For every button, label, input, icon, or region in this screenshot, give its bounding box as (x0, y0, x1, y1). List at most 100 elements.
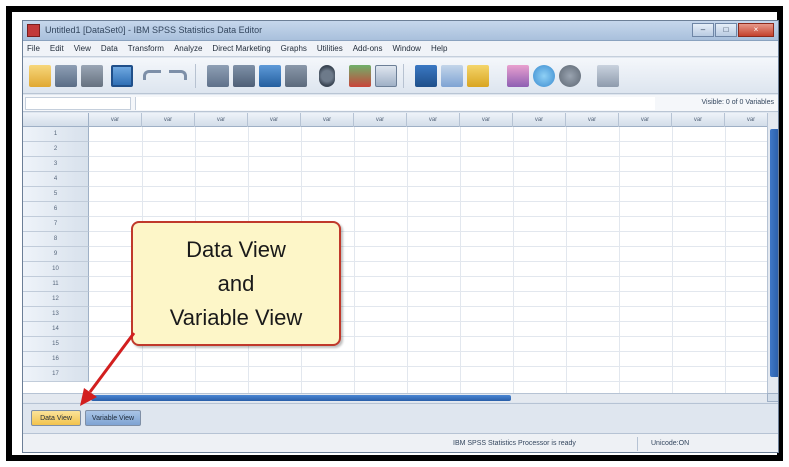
spss-app-icon (27, 24, 40, 37)
column-header[interactable]: var (460, 113, 513, 127)
row-header[interactable]: 7 (23, 217, 89, 232)
row-header[interactable]: 12 (23, 292, 89, 307)
grid-row-line (89, 186, 767, 187)
redo-icon[interactable] (169, 70, 187, 80)
row-header[interactable]: 15 (23, 337, 89, 352)
select-cases-icon[interactable] (467, 65, 489, 87)
print-icon[interactable] (81, 65, 103, 87)
grid-column-line (566, 127, 567, 393)
undo-icon[interactable] (143, 70, 161, 80)
row-header[interactable]: 10 (23, 262, 89, 277)
tab-variable-view[interactable]: Variable View (85, 410, 141, 426)
row-header[interactable]: 9 (23, 247, 89, 262)
dialog-recall-icon[interactable] (111, 65, 133, 87)
row-header[interactable]: 11 (23, 277, 89, 292)
row-header[interactable]: 14 (23, 322, 89, 337)
vertical-scroll-thumb[interactable] (770, 129, 778, 377)
column-header[interactable]: var (195, 113, 248, 127)
row-header[interactable]: 2 (23, 142, 89, 157)
row-header[interactable]: 3 (23, 157, 89, 172)
goto-variable-icon[interactable] (233, 65, 255, 87)
run-descriptive-icon[interactable] (285, 65, 307, 87)
status-bar: IBM SPSS Statistics Processor is ready U… (23, 433, 778, 452)
menu-graphs[interactable]: Graphs (281, 44, 307, 53)
menu-bar: File Edit View Data Transform Analyze Di… (23, 41, 778, 57)
column-header[interactable]: var (407, 113, 460, 127)
column-header[interactable]: var (619, 113, 672, 127)
grid-column-line (619, 127, 620, 393)
maximize-button[interactable]: □ (715, 23, 737, 37)
menu-view[interactable]: View (74, 44, 91, 53)
horizontal-scrollbar[interactable] (89, 393, 767, 402)
callout-line-1: Data View (186, 236, 286, 262)
scroll-corner (767, 393, 778, 402)
row-header[interactable]: 8 (23, 232, 89, 247)
menu-file[interactable]: File (27, 44, 40, 53)
column-header[interactable]: var (248, 113, 301, 127)
view-tab-bar: Data View Variable View (23, 403, 778, 432)
column-header[interactable]: var (672, 113, 725, 127)
grid-corner[interactable] (23, 113, 89, 127)
split-file-icon[interactable] (415, 65, 437, 87)
grid-row-line (89, 201, 767, 202)
spell-check-icon[interactable] (597, 65, 619, 87)
unicode-status: Unicode:ON (651, 440, 690, 447)
show-all-variables-icon[interactable] (559, 65, 581, 87)
horizontal-scroll-thumb[interactable] (91, 395, 511, 401)
row-header[interactable]: 17 (23, 367, 89, 382)
row-header-scroll-area (23, 393, 89, 402)
column-header[interactable]: var (142, 113, 195, 127)
menu-data[interactable]: Data (101, 44, 118, 53)
row-header[interactable]: 4 (23, 172, 89, 187)
column-header[interactable]: var (725, 113, 767, 127)
grid-row-line (89, 171, 767, 172)
cell-value-input[interactable] (135, 97, 655, 110)
title-bar: Untitled1 [DataSet0] - IBM SPSS Statisti… (23, 21, 778, 41)
row-header[interactable]: 16 (23, 352, 89, 367)
find-icon[interactable] (319, 65, 335, 87)
window-controls: – □ × (691, 23, 774, 37)
menu-direct-marketing[interactable]: Direct Marketing (212, 44, 270, 53)
row-header[interactable]: 1 (23, 127, 89, 142)
menu-add-ons[interactable]: Add-ons (353, 44, 383, 53)
value-labels-icon[interactable] (507, 65, 529, 87)
save-icon[interactable] (55, 65, 77, 87)
grid-column-line (354, 127, 355, 393)
callout-line-2: and (217, 270, 255, 296)
variables-icon[interactable] (259, 65, 281, 87)
insert-variable-icon[interactable] (375, 65, 397, 87)
tab-data-view[interactable]: Data View (31, 410, 81, 426)
grid-column-line (460, 127, 461, 393)
processor-status: IBM SPSS Statistics Processor is ready (453, 440, 576, 447)
row-header[interactable]: 5 (23, 187, 89, 202)
grid-row-line (89, 366, 767, 367)
menu-edit[interactable]: Edit (50, 44, 64, 53)
menu-analyze[interactable]: Analyze (174, 44, 202, 53)
cell-reference-input[interactable] (25, 97, 131, 110)
minimize-button[interactable]: – (692, 23, 714, 37)
menu-help[interactable]: Help (431, 44, 447, 53)
grid-column-line (672, 127, 673, 393)
visible-variables-count: Visible: 0 of 0 Variables (701, 99, 774, 106)
insert-cases-icon[interactable] (349, 65, 371, 87)
use-variable-sets-icon[interactable] (533, 65, 555, 87)
grid-row-line (89, 216, 767, 217)
close-button[interactable]: × (738, 23, 774, 37)
grid-row-line (89, 381, 767, 382)
open-folder-icon[interactable] (29, 65, 51, 87)
goto-case-icon[interactable] (207, 65, 229, 87)
menu-window[interactable]: Window (392, 44, 420, 53)
column-header[interactable]: var (354, 113, 407, 127)
menu-utilities[interactable]: Utilities (317, 44, 343, 53)
grid-row-line (89, 351, 767, 352)
menu-transform[interactable]: Transform (128, 44, 164, 53)
column-header[interactable]: var (301, 113, 354, 127)
column-header[interactable]: var (513, 113, 566, 127)
row-header[interactable]: 6 (23, 202, 89, 217)
weight-cases-icon[interactable] (441, 65, 463, 87)
row-header[interactable]: 13 (23, 307, 89, 322)
vertical-scrollbar[interactable] (767, 113, 778, 393)
column-header[interactable]: var (566, 113, 619, 127)
column-header[interactable]: var (89, 113, 142, 127)
window-title: Untitled1 [DataSet0] - IBM SPSS Statisti… (45, 25, 263, 35)
